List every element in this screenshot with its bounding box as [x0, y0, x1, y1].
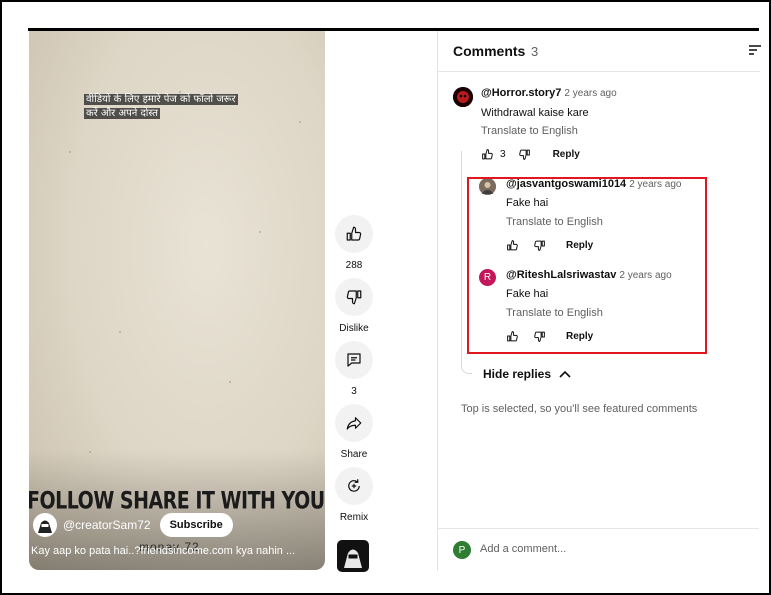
avatar-letter: P	[458, 544, 466, 556]
channel-row: @creatorSam72 Subscribe	[33, 512, 233, 538]
like-action: 288	[331, 215, 377, 271]
video-description[interactable]: Kay aap ko pata hai..?friendsincome.com …	[31, 545, 323, 557]
share-label: Share	[340, 449, 368, 460]
sort-icon[interactable]	[748, 43, 762, 62]
comments-button[interactable]	[335, 341, 373, 379]
channel-avatar[interactable]	[33, 513, 57, 537]
horror-avatar-icon	[453, 87, 473, 107]
video-overlay-text: वीडियो के लिए हमारे पेज को फॉलो जरूर करे…	[84, 93, 244, 121]
commenter-avatar[interactable]	[453, 87, 473, 107]
comment-author-line: @Horror.story7 2 years ago	[481, 87, 617, 99]
translate-link[interactable]: Translate to English	[481, 125, 578, 137]
share-action: Share	[331, 404, 377, 460]
hide-replies-button[interactable]: Hide replies	[483, 367, 571, 381]
comment-actions: 3 Reply	[481, 148, 580, 161]
texture-speck	[229, 381, 231, 383]
like-count: 288	[345, 260, 363, 271]
chevron-up-icon	[559, 370, 571, 378]
comment-age: 2 years ago	[564, 88, 617, 99]
comment-author[interactable]: @Horror.story7	[481, 87, 561, 99]
remix-button[interactable]	[335, 467, 373, 505]
shorts-video-player[interactable]: वीडियो के लिए हमारे पेज को फॉलो जरूर करे…	[29, 31, 325, 570]
hacker-avatar-icon	[34, 514, 56, 536]
remix-action: Remix	[331, 467, 377, 523]
dislike-label: Dislike	[339, 323, 369, 334]
highlight-box	[467, 177, 707, 354]
channel-name[interactable]: @creatorSam72	[63, 518, 151, 532]
comment-like-count: 3	[500, 149, 506, 160]
comments-count: 3	[531, 44, 539, 59]
featured-comments-note: Top is selected, so you'll see featured …	[461, 403, 698, 415]
comment: @Horror.story7 2 years ago Withdrawal kai…	[453, 87, 753, 167]
subscribe-button[interactable]: Subscribe	[159, 513, 233, 537]
dislike-button[interactable]	[335, 278, 373, 316]
hacker-avatar-icon	[339, 542, 367, 570]
reply-button[interactable]: Reply	[553, 149, 580, 160]
thumbs-up-icon[interactable]	[481, 148, 494, 161]
like-button[interactable]	[335, 215, 373, 253]
remix-icon	[348, 479, 360, 492]
user-avatar: P	[453, 541, 471, 559]
texture-speck	[69, 151, 71, 153]
comment-icon	[347, 353, 361, 367]
overlay-line-1: वीडियो के लिए हमारे पेज को फॉलो जरूर	[84, 94, 238, 105]
comment-text: Withdrawal kaise kare	[481, 107, 589, 119]
thumbs-down-icon[interactable]	[518, 148, 531, 161]
texture-speck	[299, 121, 301, 123]
thumbs-down-icon	[346, 290, 362, 305]
share-icon	[346, 417, 362, 430]
texture-speck	[119, 331, 121, 333]
overlay-line-2: करें और अपने दोस्त	[84, 108, 160, 119]
channel-thumbnail[interactable]	[337, 540, 369, 572]
comments-action: 3	[331, 341, 377, 397]
comments-title: Comments	[453, 43, 526, 59]
share-button[interactable]	[335, 404, 373, 442]
thumbs-up-icon	[346, 226, 362, 241]
add-comment-row: P Add a comment...	[437, 528, 759, 571]
comments-header: Comments 3	[438, 31, 762, 72]
texture-speck	[259, 231, 261, 233]
add-comment-input[interactable]: Add a comment...	[480, 543, 566, 555]
video-caption-text: FOLLOW SHARE IT WITH YOUR FRIENDS.	[29, 487, 325, 515]
dislike-action: Dislike	[331, 278, 377, 334]
comment-count: 3	[351, 386, 357, 397]
hide-replies-label: Hide replies	[483, 367, 552, 381]
remix-label: Remix	[339, 512, 369, 523]
